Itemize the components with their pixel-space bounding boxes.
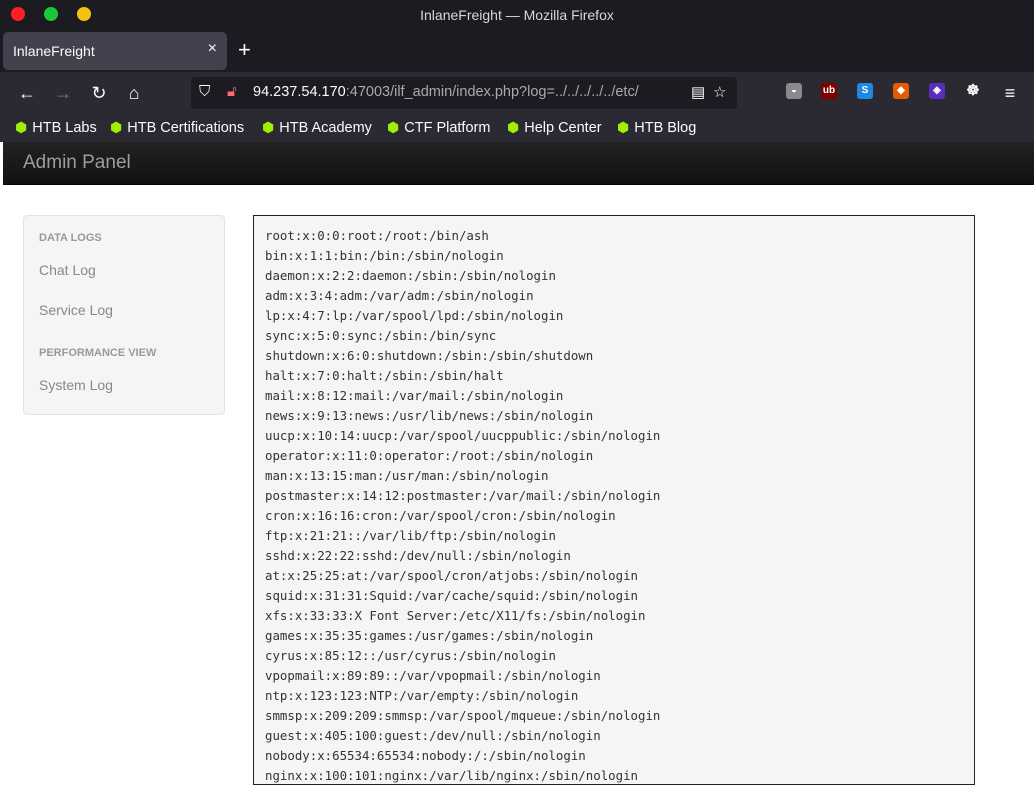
log-line: guest:x:405:100:guest:/dev/null:/sbin/no… (265, 728, 601, 743)
bookmarks-toolbar: ⬢ HTB Labs ⬢ HTB Certifications ⬢ HTB Acade… (0, 114, 1034, 142)
new-tab-icon[interactable]: + (238, 37, 251, 63)
log-line: daemon:x:2:2:daemon:/sbin:/sbin/nologin (265, 268, 556, 283)
shield-icon[interactable]: ⛉ (199, 83, 210, 100)
navigation-toolbar: ← → ↻ ⌂ ⛉ 🔓︎ 94.237.54.170:47003/ilf_adm… (0, 72, 1034, 114)
cube-icon: ⬢ (617, 119, 630, 135)
ublock-origin-icon[interactable]: ub (821, 83, 837, 99)
log-line: ftp:x:21:21::/var/lib/ftp:/sbin/nologin (265, 528, 556, 543)
log-line: bin:x:1:1:bin:/bin:/sbin/nologin (265, 248, 504, 263)
log-line: operator:x:11:0:operator:/root:/sbin/nol… (265, 448, 594, 463)
log-output: root:x:0:0:root:/root:/bin/ash bin:x:1:1:… (253, 215, 975, 785)
nav-header-data-logs: DATA LOGS (39, 232, 102, 244)
extension-ninja-icon[interactable]: ◒ (786, 83, 802, 99)
log-line: nobody:x:65534:65534:nobody:/:/sbin/nolo… (265, 748, 586, 763)
cube-icon: ⬢ (262, 119, 275, 135)
log-line: cron:x:16:16:cron:/var/spool/cron:/sbin/… (265, 508, 616, 523)
forward-arrow-icon[interactable]: → (50, 80, 76, 106)
admin-panel-brand[interactable]: Admin Panel (23, 152, 131, 174)
log-line: news:x:9:13:news:/usr/lib/news:/sbin/nol… (265, 408, 594, 423)
extension-s-icon[interactable]: S (857, 83, 873, 99)
log-line: postmaster:x:14:12:postmaster:/var/mail:… (265, 488, 661, 503)
cube-icon: ⬢ (15, 119, 28, 135)
log-line: xfs:x:33:33:X Font Server:/etc/X11/fs:/s… (265, 608, 646, 623)
log-line: root:x:0:0:root:/root:/bin/ash (265, 228, 489, 243)
close-tab-icon[interactable]: × (208, 40, 217, 58)
reader-view-icon[interactable]: ▤ (687, 83, 706, 101)
log-line: smmsp:x:209:209:smmsp:/var/spool/mqueue:… (265, 708, 661, 723)
bookmark-htb-blog[interactable]: ⬢ HTB Blog (617, 119, 696, 136)
back-arrow-icon[interactable]: ← (14, 80, 40, 106)
log-line: halt:x:7:0:halt:/sbin:/sbin/halt (265, 368, 504, 383)
url-text[interactable]: 94.237.54.170:47003/ilf_admin/index.php?… (253, 84, 639, 100)
log-line: shutdown:x:6:0:shutdown:/sbin:/sbin/shut… (265, 348, 594, 363)
cookie-editor-icon[interactable]: ☸ (965, 83, 981, 99)
admin-navbar: Admin Panel (3, 142, 1034, 185)
cube-icon: ⬢ (507, 119, 520, 135)
window-title: InlaneFreight — Mozilla Firefox (420, 7, 614, 23)
reload-icon[interactable]: ↻ (86, 80, 112, 106)
window-titlebar: InlaneFreight — Mozilla Firefox (0, 0, 1034, 30)
bookmark-ctf-platform[interactable]: ⬢ CTF Platform (387, 119, 490, 136)
home-icon[interactable]: ⌂ (121, 80, 147, 106)
menu-icon[interactable]: ≡ (997, 80, 1023, 106)
bookmark-htb-labs[interactable]: ⬢ HTB Labs (15, 119, 97, 136)
nav-header-performance-view: PERFORMANCE VIEW (39, 347, 157, 359)
url-bar[interactable]: ⛉ 🔓︎ 94.237.54.170:47003/ilf_admin/index… (191, 77, 737, 109)
page-content: DATA LOGS Chat Log Service Log PERFORMAN… (3, 185, 1034, 785)
log-line: mail:x:8:12:mail:/var/mail:/sbin/nologin (265, 388, 564, 403)
log-line: adm:x:3:4:adm:/var/adm:/sbin/nologin (265, 288, 534, 303)
log-line: ntp:x:123:123:NTP:/var/empty:/sbin/nolog… (265, 688, 579, 703)
log-line: sync:x:5:0:sync:/sbin:/bin/sync (265, 328, 497, 343)
log-line: lp:x:4:7:lp:/var/spool/lpd:/sbin/nologin (265, 308, 564, 323)
tab-inlanefreight[interactable]: InlaneFreight × (3, 32, 227, 70)
foxyproxy-icon[interactable]: ◆ (893, 83, 909, 99)
bookmark-star-icon[interactable]: ☆ (713, 83, 727, 101)
tab-title: InlaneFreight (13, 43, 95, 59)
sidebar: DATA LOGS Chat Log Service Log PERFORMAN… (23, 215, 225, 415)
insecure-lock-icon[interactable]: 🔓︎ (227, 83, 237, 100)
bookmark-help-center[interactable]: ⬢ Help Center (507, 119, 602, 136)
cube-icon: ⬢ (387, 119, 400, 135)
wappalyzer-icon[interactable]: ◈ (929, 83, 945, 99)
log-line: games:x:35:35:games:/usr/games:/sbin/nol… (265, 628, 594, 643)
log-line: uucp:x:10:14:uucp:/var/spool/uucppublic:… (265, 428, 661, 443)
log-line: man:x:13:15:man:/usr/man:/sbin/nologin (265, 468, 549, 483)
log-line: squid:x:31:31:Squid:/var/cache/squid:/sb… (265, 588, 638, 603)
sidebar-item-system-log[interactable]: System Log (39, 377, 113, 393)
sidebar-item-service-log[interactable]: Service Log (39, 302, 113, 318)
sidebar-item-chat-log[interactable]: Chat Log (39, 262, 96, 278)
log-line: vpopmail:x:89:89::/var/vpopmail:/sbin/no… (265, 668, 601, 683)
log-line: cyrus:x:85:12::/usr/cyrus:/sbin/nologin (265, 648, 556, 663)
cube-icon: ⬢ (110, 119, 123, 135)
tab-bar: InlaneFreight × + (0, 30, 1034, 72)
bookmark-htb-academy[interactable]: ⬢ HTB Academy (262, 119, 372, 136)
log-line: sshd:x:22:22:sshd:/dev/null:/sbin/nologi… (265, 548, 571, 563)
bookmark-htb-certifications[interactable]: ⬢ HTB Certifications (110, 119, 244, 136)
log-line: at:x:25:25:at:/var/spool/cron/atjobs:/sb… (265, 568, 638, 583)
